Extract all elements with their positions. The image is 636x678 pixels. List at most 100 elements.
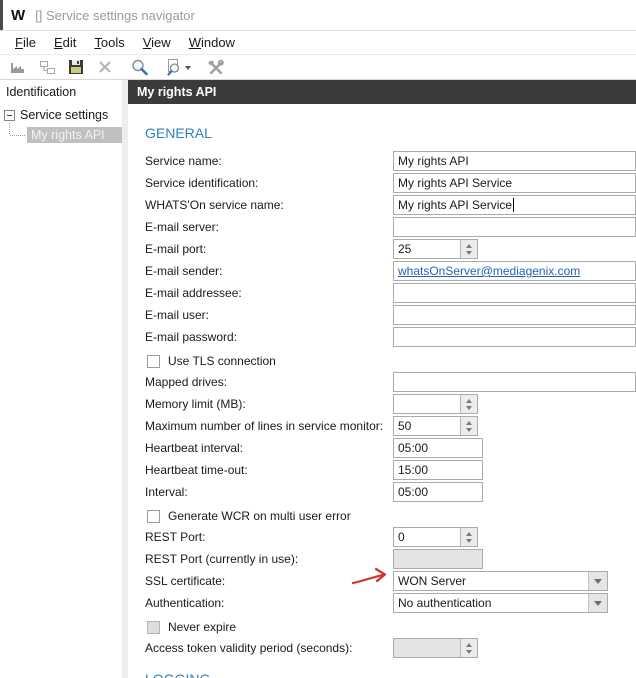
field-value: 50 [398,419,412,433]
menu-tools[interactable]: Tools [85,33,133,52]
email-sender-link[interactable]: whatsOnServer@mediagenix.com [394,264,580,278]
generate-wcr-checkbox[interactable] [147,509,160,523]
tree-node-label[interactable]: My rights API [31,128,105,142]
field-label: Access token validity period (seconds): [145,641,353,655]
checkbox-label: Use TLS connection [168,354,276,368]
sidebar-header: Identification [6,85,77,99]
menu-file[interactable]: File [6,33,45,52]
form-row: Memory limit (MB): [145,393,636,415]
menu-bar: File Edit Tools View Window [0,31,636,55]
checkbox-label: Generate WCR on multi user error [168,509,351,523]
tools-icon [207,59,224,74]
spinner-buttons[interactable] [460,395,477,413]
mapped-drives-input[interactable] [393,372,636,392]
form-row: Authentication: No authentication [145,592,636,614]
spin-down-icon[interactable] [466,427,472,432]
form-row: Heartbeat time-out: 15:00 [145,459,636,481]
field-value: My rights API [398,154,469,168]
tree-node-label[interactable]: Service settings [20,108,108,122]
menu-window[interactable]: Window [180,33,244,52]
save-icon [69,60,83,74]
form-row: Access token validity period (seconds): [145,637,636,659]
collapse-icon[interactable] [4,109,15,121]
search-icon [131,59,148,75]
app-logo-icon: W [11,6,25,24]
ssl-certificate-combo[interactable]: WON Server [393,571,608,591]
spin-up-icon[interactable] [466,420,472,425]
spin-up-icon[interactable] [466,398,472,403]
memory-limit-spinner[interactable] [393,394,478,414]
chevron-down-icon [594,578,602,584]
menu-edit[interactable]: Edit [45,33,85,52]
identification-panel: Identification Service settings My right… [0,80,122,678]
heartbeat-timeout-input[interactable]: 15:00 [393,460,483,480]
spinner-buttons[interactable] [460,240,477,258]
form-row: E-mail addressee: [145,282,636,304]
title-bar: W [] Service settings navigator [0,0,636,31]
field-label: E-mail password: [145,330,238,344]
spin-down-icon[interactable] [466,405,472,410]
email-user-input[interactable] [393,305,636,325]
form-content: GENERAL Service name: My rights API Serv… [128,104,636,678]
whatson-service-name-input[interactable]: My rights API Service [393,195,636,215]
field-label: E-mail server: [145,220,220,234]
menu-view[interactable]: View [134,33,180,52]
section-general-heading: GENERAL [145,125,212,141]
search-button[interactable] [129,57,149,77]
spin-up-icon[interactable] [466,243,472,248]
field-value: 05:00 [398,485,429,499]
email-sender-input[interactable]: whatsOnServer@mediagenix.com [393,261,636,281]
field-label: Memory limit (MB): [145,397,246,411]
search-in-dropdown-caret-icon[interactable] [185,65,191,70]
form-row: Generate WCR on multi user error [145,506,636,526]
field-label: Service name: [145,154,222,168]
checkbox-label: Never expire [168,620,237,634]
heartbeat-interval-input[interactable]: 05:00 [393,438,483,458]
spinner-buttons[interactable] [460,417,477,435]
interval-input[interactable]: 05:00 [393,482,483,502]
section-logging-heading: LOGGING [145,671,636,678]
email-server-input[interactable] [393,217,636,237]
factory-button[interactable] [8,57,28,77]
form-row: Use TLS connection [145,351,636,371]
form-row: E-mail password: [145,326,636,348]
field-label: REST Port (currently in use): [145,552,299,566]
tools-button[interactable] [205,57,225,77]
form-row: E-mail port: 25 [145,238,636,260]
search-in-button[interactable] [163,57,183,77]
hierarchy-button[interactable] [37,57,57,77]
form-row: Service identification: My rights API Se… [145,172,636,194]
delete-button[interactable] [95,57,115,77]
field-value: 05:00 [398,441,429,455]
field-value: 0 [398,530,405,544]
spin-down-icon[interactable] [466,250,472,255]
email-addressee-input[interactable] [393,283,636,303]
use-tls-checkbox[interactable] [147,354,160,368]
field-label: Authentication: [145,596,225,610]
combo-dropdown-button[interactable] [588,572,607,590]
combo-value: WON Server [398,574,467,588]
email-password-input[interactable] [393,327,636,347]
spin-down-icon[interactable] [466,538,472,543]
spinner-buttons[interactable] [460,528,477,546]
combo-dropdown-button[interactable] [588,594,607,612]
field-value: 25 [398,242,412,256]
spin-up-icon[interactable] [466,531,472,536]
form-row: Mapped drives: [145,371,636,393]
tree-node-my-rights-api[interactable]: My rights API [10,127,122,143]
email-port-spinner[interactable]: 25 [393,239,478,259]
delete-icon [99,61,111,73]
service-name-input[interactable]: My rights API [393,151,636,171]
tree-node-service-settings[interactable]: Service settings [0,106,122,124]
field-value: My rights API Service [398,198,513,212]
field-label: Heartbeat interval: [145,441,244,455]
service-identification-input[interactable]: My rights API Service [393,173,636,193]
max-lines-spinner[interactable]: 50 [393,416,478,436]
detail-panel: My rights API GENERAL Service name: My r… [128,80,636,678]
field-label: E-mail sender: [145,264,223,278]
rest-port-spinner[interactable]: 0 [393,527,478,547]
form-row: Never expire [145,617,636,637]
chevron-down-icon [594,600,602,606]
authentication-combo[interactable]: No authentication [393,593,608,613]
save-button[interactable] [66,57,86,77]
